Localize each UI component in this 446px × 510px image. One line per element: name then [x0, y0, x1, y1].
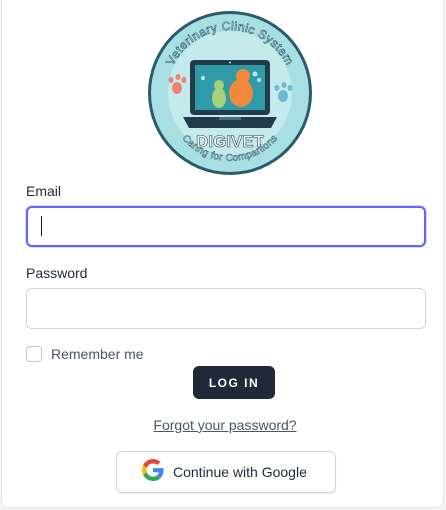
login-button[interactable]: LOG IN — [193, 366, 275, 399]
password-label: Password — [26, 265, 88, 281]
email-field[interactable] — [26, 206, 426, 247]
remember-me-label: Remember me — [51, 346, 144, 362]
text-caret — [41, 216, 42, 236]
google-g-icon — [142, 458, 164, 486]
remember-me-checkbox[interactable] — [26, 346, 42, 362]
email-label: Email — [26, 183, 62, 199]
logo-emblem: Veterinary Clinic System Caring for Comp… — [148, 11, 312, 175]
logo-name: DIGIVET — [196, 132, 265, 151]
google-signin-label: Continue with Google — [173, 464, 307, 480]
google-signin-button[interactable]: Continue with Google — [116, 451, 336, 493]
password-field[interactable] — [26, 288, 426, 329]
remember-me-row[interactable]: Remember me — [26, 346, 144, 362]
login-card: Veterinary Clinic System Caring for Comp… — [1, 0, 444, 508]
forgot-password-link[interactable]: Forgot your password? — [2, 417, 446, 433]
digivet-logo: Veterinary Clinic System Caring for Comp… — [147, 10, 313, 176]
